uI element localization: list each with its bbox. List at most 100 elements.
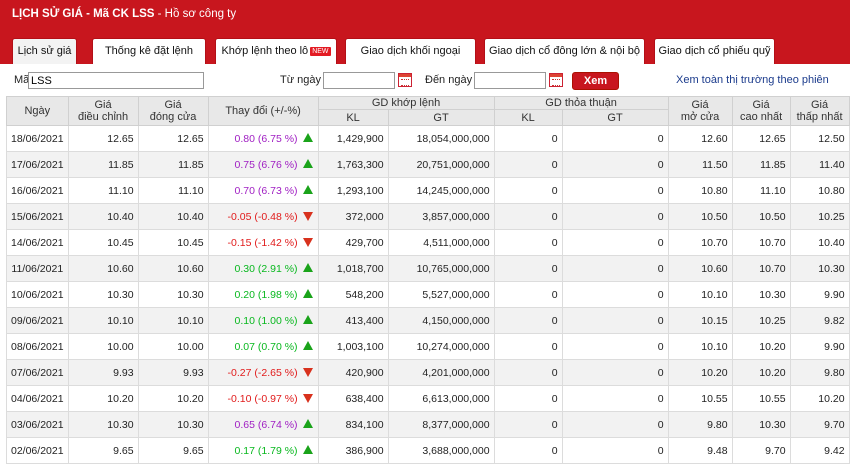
adjusted-price-cell: 10.60 [67, 255, 139, 282]
filter-bar: Mã Từ ngày Đến ngày Xem Xem toàn thị trư… [0, 64, 850, 96]
tab-major-shareholder-trading[interactable]: Giao dịch cổ đông lớn & nội bộ [484, 38, 645, 64]
adjusted-price-cell: 12.65 [67, 125, 139, 152]
table-row: 09/06/2021 10.10 10.10 0.10 (1.00 %) 413,400… [6, 307, 850, 334]
col-header-high-price: Giá cao nhất [731, 96, 791, 126]
col-header-matched-value: GT [387, 109, 495, 126]
negotiated-value-cell: 0 [561, 281, 669, 308]
change-cell: 0.10 (1.00 %) [207, 307, 319, 334]
change-cell: -0.05 (-0.48 %) [207, 203, 319, 230]
change-cell: -0.10 (-0.97 %) [207, 385, 319, 412]
matched-value-cell: 10,274,000,000 [387, 333, 495, 360]
adjusted-price-cell: 10.20 [67, 385, 139, 412]
calendar-icon[interactable] [549, 73, 563, 87]
table-row: 16/06/2021 11.10 11.10 0.70 (6.73 %) 1,293,1… [6, 177, 850, 204]
tab-block-matching[interactable]: Khớp lệnh theo lô NEW [215, 38, 337, 64]
tab-treasury-stock-trading[interactable]: Giao dịch cổ phiếu quỹ [654, 38, 775, 64]
from-date-input[interactable] [323, 72, 395, 89]
close-price-cell: 10.10 [137, 307, 209, 334]
negotiated-volume-cell: 0 [493, 229, 563, 256]
open-price-cell: 10.55 [667, 385, 733, 412]
open-price-cell: 10.50 [667, 203, 733, 230]
table-row: 14/06/2021 10.45 10.45 -0.15 (-1.42 %) 429,7… [6, 229, 850, 256]
open-price-cell: 10.80 [667, 177, 733, 204]
negotiated-volume-cell: 0 [493, 177, 563, 204]
tab-price-history[interactable]: Lịch sử giá [12, 38, 77, 64]
high-price-cell: 10.30 [731, 411, 791, 438]
date-cell: 08/06/2021 [6, 333, 69, 360]
matched-value-cell: 4,201,000,000 [387, 359, 495, 386]
col-header-date: Ngày [6, 96, 69, 126]
col-header-matched-group: GD khớp lệnh [317, 96, 495, 110]
date-cell: 10/06/2021 [6, 281, 69, 308]
change-value: 0.20 (1.98 %) [234, 288, 298, 301]
title-separator: - [154, 8, 165, 20]
adjusted-price-cell: 10.45 [67, 229, 139, 256]
negotiated-volume-cell: 0 [493, 255, 563, 282]
change-cell: 0.30 (2.91 %) [207, 255, 319, 282]
negotiated-volume-cell: 0 [493, 151, 563, 178]
open-price-cell: 10.15 [667, 307, 733, 334]
to-date-input[interactable] [474, 72, 546, 89]
adjusted-price-cell: 10.30 [67, 411, 139, 438]
high-price-cell: 9.70 [731, 437, 791, 464]
change-value: 0.80 (6.75 %) [234, 132, 298, 145]
arrow-up-icon [302, 315, 313, 324]
matched-value-cell: 6,613,000,000 [387, 385, 495, 412]
col-header-negotiated-group: GD thỏa thuận [493, 96, 669, 110]
col-header-low-price: Giá thấp nhất [789, 96, 850, 126]
high-price-cell: 10.70 [731, 255, 791, 282]
close-price-cell: 10.00 [137, 333, 209, 360]
arrow-down-icon [302, 238, 313, 247]
change-value: 0.17 (1.79 %) [234, 444, 298, 457]
tab-foreign-trading[interactable]: Giao dịch khối ngoại [345, 38, 476, 64]
date-cell: 09/06/2021 [6, 307, 69, 334]
open-price-cell: 10.70 [667, 229, 733, 256]
page-title: LỊCH SỬ GIÁ - Mã CK LSS - Hồ sơ công ty [12, 8, 236, 20]
adjusted-price-cell: 9.65 [67, 437, 139, 464]
tab-order-statistics[interactable]: Thống kê đặt lệnh [92, 38, 206, 64]
arrow-up-icon [302, 159, 313, 168]
company-profile-link[interactable]: Hồ sơ công ty [165, 8, 236, 20]
matched-volume-cell: 386,900 [317, 437, 389, 464]
calendar-icon[interactable] [398, 73, 412, 87]
negotiated-volume-cell: 0 [493, 437, 563, 464]
view-button[interactable]: Xem [572, 72, 619, 90]
close-price-cell: 10.60 [137, 255, 209, 282]
arrow-up-icon [302, 445, 313, 454]
to-date-label: Đến ngày [425, 74, 473, 86]
low-price-cell: 12.50 [789, 125, 850, 152]
adjusted-price-cell: 9.93 [67, 359, 139, 386]
col-header-adjusted-price: Giá điều chỉnh [67, 96, 139, 126]
ticker-input[interactable] [28, 72, 204, 89]
title-main: LỊCH SỬ GIÁ - Mã CK LSS [12, 8, 155, 20]
high-price-cell: 10.20 [731, 359, 791, 386]
date-cell: 04/06/2021 [6, 385, 69, 412]
arrow-up-icon [302, 133, 313, 142]
change-cell: 0.07 (0.70 %) [207, 333, 319, 360]
ticker-label: Mã [14, 74, 30, 86]
change-value: 0.10 (1.00 %) [234, 314, 298, 327]
arrow-up-icon [302, 263, 313, 272]
low-price-cell: 10.40 [789, 229, 850, 256]
adjusted-price-cell: 10.00 [67, 333, 139, 360]
negotiated-value-cell: 0 [561, 203, 669, 230]
close-price-cell: 10.30 [137, 281, 209, 308]
low-price-cell: 9.90 [789, 333, 850, 360]
table-row: 07/06/2021 9.93 9.93 -0.27 (-2.65 %) 420,900… [6, 359, 850, 386]
matched-volume-cell: 372,000 [317, 203, 389, 230]
low-price-cell: 9.90 [789, 281, 850, 308]
table-row: 15/06/2021 10.40 10.40 -0.05 (-0.48 %) 372,0… [6, 203, 850, 230]
change-value: -0.15 (-1.42 %) [227, 236, 298, 249]
col-header-change: Thay đổi (+/-%) [207, 96, 319, 126]
date-cell: 18/06/2021 [6, 125, 69, 152]
low-price-cell: 10.20 [789, 385, 850, 412]
change-value: 0.07 (0.70 %) [234, 340, 298, 353]
table-row: 18/06/2021 12.65 12.65 0.80 (6.75 %) 1,429,9… [6, 125, 850, 152]
date-cell: 15/06/2021 [6, 203, 69, 230]
negotiated-value-cell: 0 [561, 177, 669, 204]
negotiated-value-cell: 0 [561, 333, 669, 360]
view-all-market-link[interactable]: Xem toàn thị trường theo phiên [676, 74, 829, 86]
matched-value-cell: 20,751,000,000 [387, 151, 495, 178]
matched-volume-cell: 1,429,900 [317, 125, 389, 152]
from-date-label: Từ ngày [280, 74, 321, 86]
